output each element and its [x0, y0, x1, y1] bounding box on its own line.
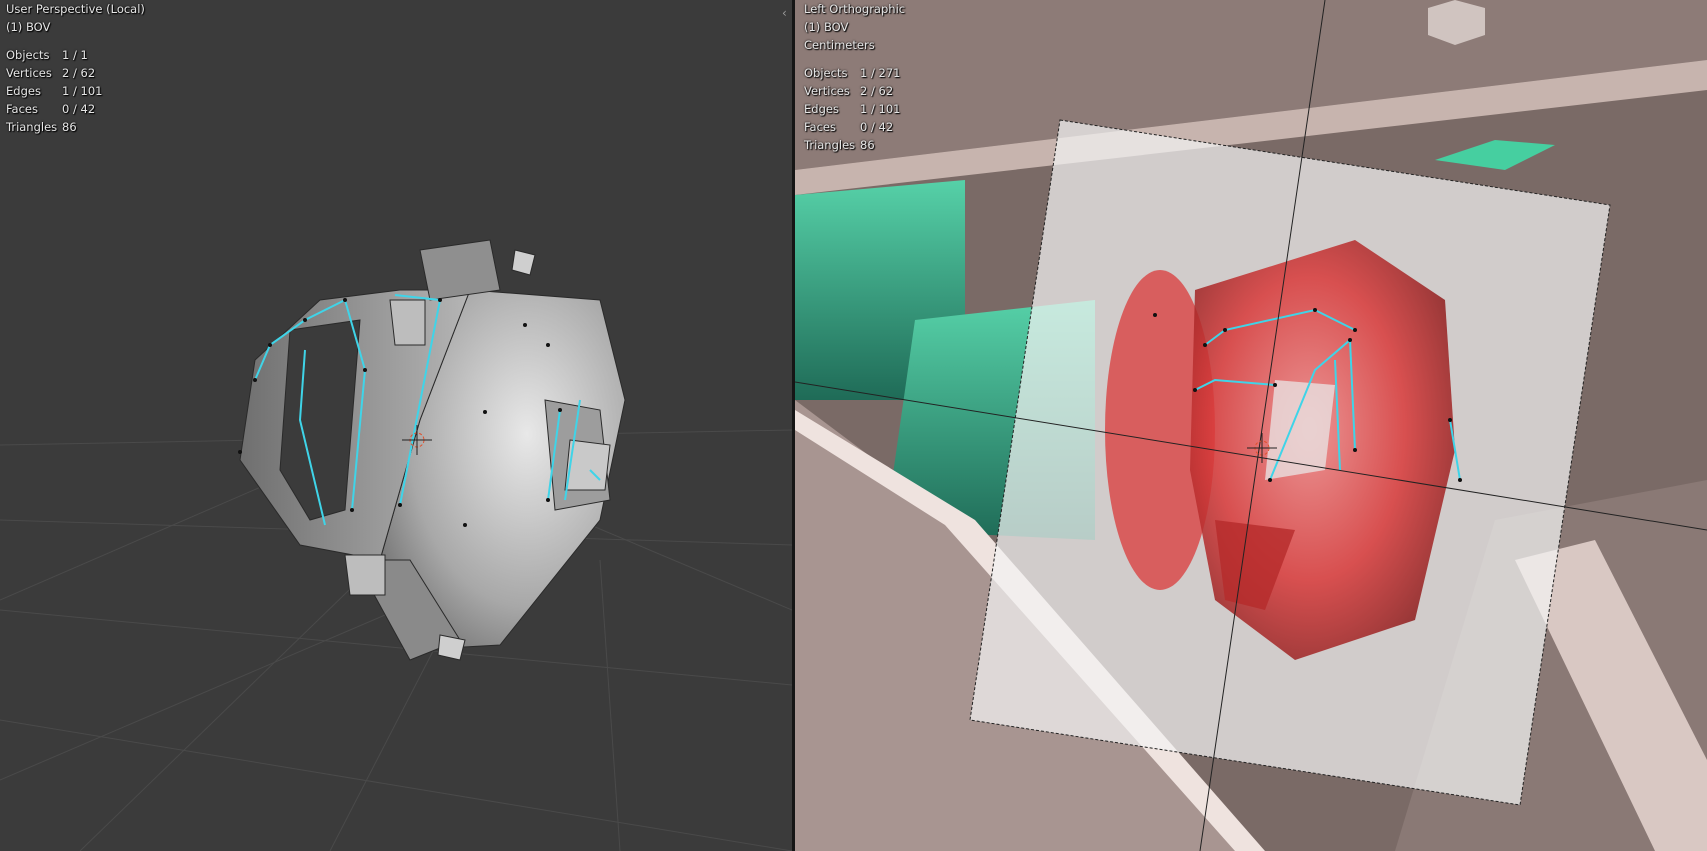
viewport-info-overlay: User Perspective (Local) (1) BOV Objects…: [6, 0, 145, 136]
viewport-user-perspective[interactable]: User Perspective (Local) (1) BOV Objects…: [0, 0, 792, 851]
viewport-info-overlay: Left Orthographic (1) BOV Centimeters Ob…: [804, 0, 905, 154]
blender-workspace: User Perspective (Local) (1) BOV Objects…: [0, 0, 1707, 851]
bov-mesh: [239, 239, 626, 661]
stat-value: 86: [62, 120, 77, 134]
scene-statistics: Objects 1 / 1 Vertices 2 / 62 Edges 1 / …: [6, 46, 145, 136]
stat-label: Faces: [6, 102, 38, 116]
stat-value: 1 / 101: [860, 102, 901, 116]
stat-value: 0 / 42: [860, 120, 894, 134]
stat-label: Objects: [6, 48, 50, 62]
unit-system: Centimeters: [804, 38, 875, 52]
stat-label: Faces: [804, 120, 836, 134]
active-object-name: (1) BOV: [6, 20, 51, 34]
stat-label: Objects: [804, 66, 848, 80]
stat-label: Triangles: [6, 120, 58, 134]
view-name: User Perspective (Local): [6, 2, 145, 16]
region-toggle-icon[interactable]: ‹: [782, 6, 787, 20]
stat-value: 1 / 1: [62, 48, 88, 62]
reference-scene-right[interactable]: [795, 0, 1707, 851]
stat-label: Vertices: [804, 84, 850, 98]
stat-label: Edges: [804, 102, 839, 116]
active-object-name: (1) BOV: [804, 20, 849, 34]
stat-label: Triangles: [804, 138, 856, 152]
view-name: Left Orthographic: [804, 2, 906, 16]
stat-value: 2 / 62: [62, 66, 96, 80]
stat-value: 86: [860, 138, 875, 152]
stat-label: Edges: [6, 84, 41, 98]
stat-value: 1 / 271: [860, 66, 901, 80]
stat-value: 0 / 42: [62, 102, 96, 116]
stat-label: Vertices: [6, 66, 52, 80]
viewport-left-orthographic[interactable]: Left Orthographic (1) BOV Centimeters Ob…: [795, 0, 1707, 851]
stat-value: 1 / 101: [62, 84, 103, 98]
scene-statistics: Objects 1 / 271 Vertices 2 / 62 Edges 1 …: [804, 64, 905, 154]
stat-value: 2 / 62: [860, 84, 894, 98]
